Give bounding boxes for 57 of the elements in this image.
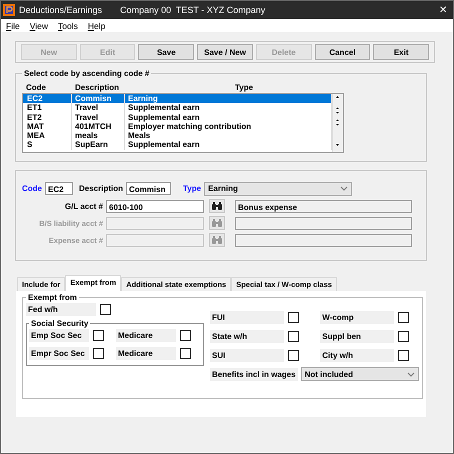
field-label: Benefits incl in wages [210, 368, 298, 380]
account-field[interactable]: 6010-100 [106, 200, 204, 212]
toolbar-button[interactable]: Cancel [314, 44, 370, 60]
company-title: Company 00 TEST - XYZ Company [120, 5, 266, 15]
checkbox[interactable] [93, 348, 104, 359]
account-description: Bonus expense [235, 200, 412, 212]
menu-item[interactable]: File [6, 20, 20, 30]
column-header: Description [75, 82, 120, 92]
field-label: G/L acct # [64, 202, 104, 210]
binoculars-icon[interactable] [209, 199, 225, 213]
description-field[interactable]: Commisn [126, 182, 172, 195]
checkbox[interactable] [288, 350, 299, 361]
field-label: Code [22, 184, 42, 193]
checkbox[interactable] [180, 330, 191, 341]
field-label: Description [79, 184, 124, 193]
checkbox[interactable] [93, 330, 104, 341]
checkbox[interactable] [180, 348, 191, 359]
checkbox-label: W-comp [320, 311, 394, 324]
chevron-down-icon [340, 186, 348, 191]
checkbox[interactable] [288, 312, 299, 323]
toolbar-button[interactable]: Save [138, 44, 194, 60]
checkbox-label: SUI [210, 349, 284, 362]
window-title: Deductions/Earnings [19, 5, 102, 15]
menu-item[interactable]: Help [88, 20, 106, 30]
checkbox-label: Fed w/h [26, 303, 96, 316]
checkbox-label: FUI [210, 311, 284, 324]
account-field[interactable] [106, 234, 204, 246]
type-dropdown[interactable]: Earning [204, 182, 352, 196]
list-row[interactable]: EC2 Commisn Earning [23, 94, 332, 104]
chevron-down-icon [406, 372, 415, 376]
checkbox-label: City w/h [320, 349, 394, 362]
checkbox[interactable] [288, 331, 299, 342]
benefits-dropdown[interactable]: Not included [300, 367, 419, 381]
field-label: Type [183, 184, 202, 193]
group-title: Social Security [30, 319, 90, 328]
group-title: Select code by ascending code # [23, 69, 150, 78]
code-field[interactable]: EC2 [45, 182, 73, 195]
app-logo-icon [3, 4, 15, 16]
checkbox-label: Medicare [116, 329, 176, 342]
checkbox-label: Suppl ben [320, 330, 394, 343]
checkbox[interactable] [398, 312, 410, 323]
group-title: Exempt from [27, 293, 78, 302]
checkbox-label: State w/h [210, 330, 284, 343]
column-header: Code [26, 82, 47, 92]
toolbar-button[interactable]: Save / New [197, 44, 253, 60]
checkbox[interactable] [398, 350, 410, 361]
account-field[interactable] [106, 216, 204, 230]
toolbar-button[interactable]: Exit [373, 44, 430, 60]
checkbox[interactable] [398, 331, 410, 342]
menu-item[interactable]: View [30, 20, 48, 30]
checkbox-label: Emp Soc Sec [29, 329, 89, 342]
checkbox[interactable] [100, 304, 111, 315]
menu-item[interactable]: Tools [58, 20, 78, 30]
column-header: Type [234, 82, 254, 92]
checkbox-label: Medicare [116, 347, 176, 360]
checkbox-label: Empr Soc Sec [29, 347, 89, 360]
close-button[interactable]: ✕ [439, 4, 447, 16]
